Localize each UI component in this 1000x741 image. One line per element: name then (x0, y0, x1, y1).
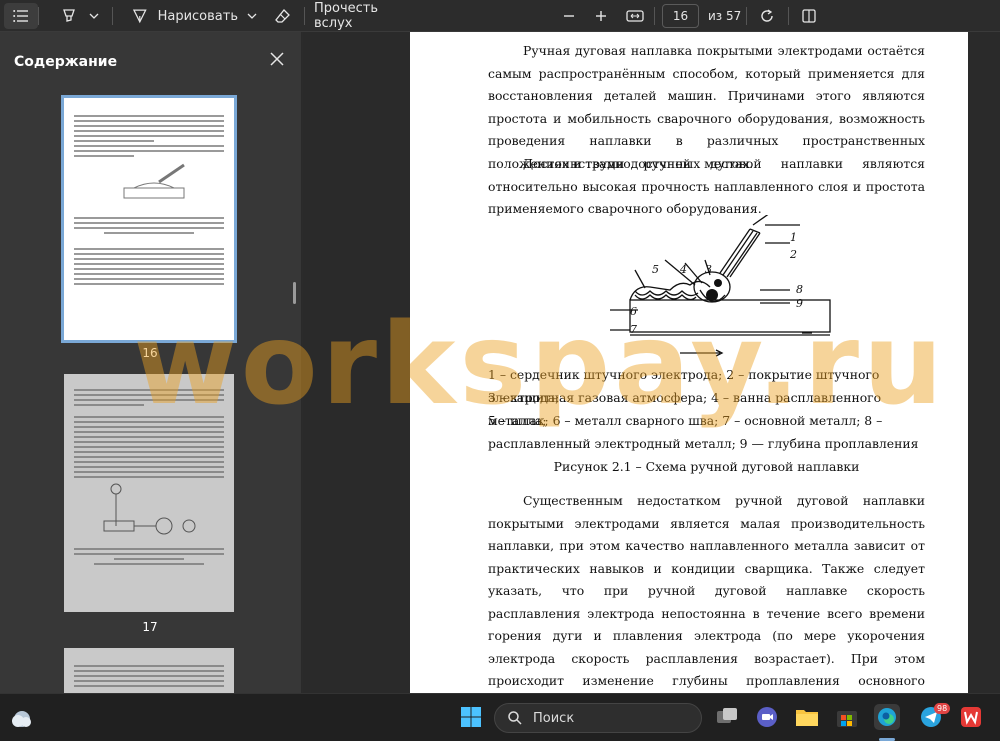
zoom-in-icon (596, 11, 606, 21)
search-icon (508, 711, 522, 725)
figure-label-3: 3 (705, 263, 712, 276)
search-label: Поиск (533, 710, 575, 726)
draw-icon (132, 9, 147, 24)
start-button[interactable] (458, 704, 484, 730)
fit-width-button[interactable] (622, 3, 648, 29)
edge-app[interactable] (874, 704, 900, 730)
figure-legend-line-3: 5 – шлак; 6 – металл сварного шва; 7 – о… (488, 413, 919, 451)
document-page: Ручная дуговая наплавка покрытыми электр… (410, 32, 968, 693)
zoom-in-button[interactable] (588, 3, 614, 29)
highlight-options-button[interactable] (86, 3, 102, 29)
figure-label-9: 9 (796, 297, 803, 310)
figure-label-1: 1 (790, 231, 797, 244)
chevron-down-icon (247, 13, 257, 19)
close-icon (270, 52, 284, 66)
sidebar-scrollbar[interactable] (293, 282, 296, 304)
thumbnail-figure (123, 163, 185, 199)
figure-label-7: 7 (630, 323, 637, 336)
figure-label-5: 5 (652, 263, 659, 276)
eraser-icon (275, 9, 290, 23)
figure-label-2: 2 (789, 248, 797, 261)
meet-icon (757, 707, 777, 727)
task-view-icon (717, 708, 737, 723)
weather-icon (12, 711, 31, 727)
page-thumbnail-16[interactable] (61, 95, 237, 343)
wps-office-app[interactable] (958, 704, 984, 730)
edge-icon (878, 708, 896, 726)
chevron-down-icon (89, 13, 99, 19)
contents-menu-button[interactable] (4, 3, 38, 29)
windows-taskbar: Поиск 98 (0, 693, 1000, 741)
thumbnail-figure (103, 483, 196, 535)
fit-width-icon (626, 10, 644, 22)
draw-options-button[interactable] (244, 3, 260, 29)
weather-widget[interactable] (8, 704, 36, 732)
file-explorer-icon (796, 710, 818, 726)
page-number-input[interactable] (662, 4, 699, 28)
read-aloud-label: Прочесть вслух (314, 1, 379, 31)
wps-office-icon (961, 707, 981, 727)
pdf-toolbar: Нарисовать Прочесть вслух из 57 (0, 0, 1000, 32)
file-explorer-app[interactable] (794, 704, 820, 730)
paragraph-2: Достоинствами ручной дуговой наплавки яв… (488, 156, 925, 216)
meet-app[interactable] (754, 704, 780, 730)
sidebar-title: Содержание (14, 54, 118, 70)
rotate-icon (761, 9, 773, 22)
draw-button[interactable]: Нарисовать (128, 3, 238, 29)
page-thumbnail-18[interactable] (64, 648, 234, 693)
page-total: из 57 (708, 9, 742, 23)
document-viewport: Ручная дуговая наплавка покрытыми электр… (303, 32, 1000, 693)
zoom-out-icon (564, 15, 574, 17)
two-page-icon (802, 9, 816, 23)
telegram-badge: 98 (934, 703, 951, 714)
menu-icon (13, 10, 28, 22)
zoom-out-button[interactable] (556, 3, 582, 29)
figure-label-4: 4 (679, 263, 687, 276)
store-app[interactable] (834, 704, 860, 730)
taskbar-search[interactable]: Поиск (494, 703, 702, 733)
windows-start-icon (461, 707, 481, 727)
welding-schematic-figure: 1 2 3 4 5 6 7 8 9 (610, 215, 831, 357)
highlight-button[interactable] (56, 3, 82, 29)
thumbnail-number-17: 17 (142, 620, 158, 634)
contents-sidebar: Содержание 16 17 (0, 32, 302, 693)
thumbnail-number-16: 16 (142, 346, 158, 360)
store-icon (837, 711, 857, 727)
figure-caption: Рисунок 2.1 – Схема ручной дуговой напла… (553, 459, 860, 474)
paragraph-3: Существенным недостатком ручной дуговой … (488, 493, 925, 688)
eraser-button[interactable] (270, 3, 296, 29)
page-thumbnail-17[interactable] (64, 374, 234, 612)
highlighter-icon (63, 9, 75, 22)
figure-label-6: 6 (630, 305, 637, 318)
rotate-button[interactable] (754, 3, 780, 29)
page-view-button[interactable] (796, 3, 822, 29)
close-sidebar-button[interactable] (268, 50, 286, 68)
draw-label: Нарисовать (157, 8, 238, 24)
read-aloud-button[interactable]: Прочесть вслух (314, 1, 414, 31)
figure-label-8: 8 (796, 283, 803, 296)
task-view-button[interactable] (714, 704, 740, 730)
